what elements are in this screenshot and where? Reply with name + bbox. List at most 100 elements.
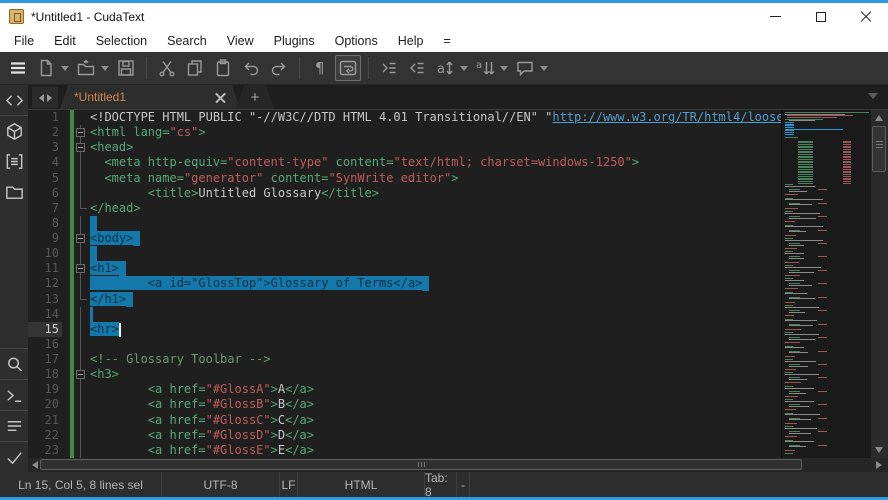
scroll-up-icon[interactable] bbox=[875, 115, 883, 121]
code-line-8[interactable]: 8 bbox=[28, 216, 781, 231]
comment-dropdown-icon[interactable] bbox=[540, 66, 548, 71]
tab-close-icon[interactable] bbox=[215, 92, 226, 103]
line-number[interactable]: 21 bbox=[28, 413, 62, 428]
fold-collapse-icon[interactable] bbox=[76, 370, 85, 379]
code-line-1[interactable]: 1<!DOCTYPE HTML PUBLIC "-//W3C//DTD HTML… bbox=[28, 110, 781, 125]
show-nonprinted-button[interactable]: ¶ bbox=[307, 55, 333, 81]
line-number[interactable]: 5 bbox=[28, 171, 62, 186]
minimize-button[interactable] bbox=[753, 3, 798, 30]
code-line-23[interactable]: 23 <a href="#GlossE">E</a> bbox=[28, 443, 781, 458]
redo-button[interactable] bbox=[266, 55, 292, 81]
tab-untitled1[interactable]: *Untitled1 bbox=[60, 85, 240, 109]
status-insert-mode[interactable]: - bbox=[457, 472, 470, 497]
menu-selection[interactable]: Selection bbox=[86, 32, 157, 50]
copy-button[interactable] bbox=[182, 55, 208, 81]
unindent-button[interactable] bbox=[404, 55, 430, 81]
code-line-12[interactable]: 12 <a id="GlossTop">Glossary of Terms</a… bbox=[28, 276, 781, 291]
menu-help[interactable]: Help bbox=[388, 32, 434, 50]
line-number[interactable]: 22 bbox=[28, 428, 62, 443]
fold-collapse-icon[interactable] bbox=[76, 234, 85, 243]
vertical-scrollbar[interactable] bbox=[871, 110, 888, 458]
line-number[interactable]: 10 bbox=[28, 246, 62, 261]
line-number[interactable]: 9 bbox=[28, 231, 62, 246]
menu-view[interactable]: View bbox=[217, 32, 264, 50]
code-line-9[interactable]: 9<body> bbox=[28, 231, 781, 246]
minimap[interactable] bbox=[781, 110, 871, 458]
fold-collapse-icon[interactable] bbox=[76, 143, 85, 152]
cut-button[interactable] bbox=[154, 55, 180, 81]
comment-button[interactable] bbox=[512, 55, 538, 81]
line-number[interactable]: 3 bbox=[28, 140, 62, 155]
code-editor[interactable]: 1<!DOCTYPE HTML PUBLIC "-//W3C//DTD HTML… bbox=[28, 110, 781, 458]
menu-[interactable]: = bbox=[433, 32, 460, 50]
line-number[interactable]: 11 bbox=[28, 261, 62, 276]
menu-options[interactable]: Options bbox=[325, 32, 388, 50]
code-line-19[interactable]: 19 <a href="#GlossA">A</a> bbox=[28, 382, 781, 397]
paste-button[interactable] bbox=[210, 55, 236, 81]
status-syntax-lexer[interactable]: HTML bbox=[298, 472, 425, 497]
status-caret-position[interactable]: Ln 15, Col 5, 8 lines sel bbox=[0, 472, 162, 497]
line-number[interactable]: 6 bbox=[28, 186, 62, 201]
menu-plugins[interactable]: Plugins bbox=[264, 32, 325, 50]
code-line-15[interactable]: 15<hr> bbox=[28, 322, 781, 337]
line-number[interactable]: 13 bbox=[28, 292, 62, 307]
maximize-button[interactable] bbox=[798, 3, 843, 30]
code-line-10[interactable]: 10 bbox=[28, 246, 781, 261]
scroll-right-icon[interactable] bbox=[876, 461, 882, 469]
sidebar-code-tree-button[interactable] bbox=[0, 85, 28, 115]
code-line-16[interactable]: 16 bbox=[28, 337, 781, 352]
new-tab-button[interactable]: + bbox=[236, 85, 274, 109]
menu-search[interactable]: Search bbox=[157, 32, 217, 50]
code-line-13[interactable]: 13</h1> bbox=[28, 292, 781, 307]
code-line-3[interactable]: 3<head> bbox=[28, 140, 781, 155]
line-number[interactable]: 18 bbox=[28, 367, 62, 382]
code-line-14[interactable]: 14 bbox=[28, 307, 781, 322]
indent-button[interactable] bbox=[376, 55, 402, 81]
line-number[interactable]: 1 bbox=[28, 110, 62, 125]
new-file-button[interactable] bbox=[33, 55, 59, 81]
line-number[interactable]: 17 bbox=[28, 352, 62, 367]
undo-button[interactable] bbox=[238, 55, 264, 81]
sidebar-validate-button[interactable] bbox=[0, 442, 28, 472]
line-number[interactable]: 20 bbox=[28, 397, 62, 412]
code-line-18[interactable]: 18<h3> bbox=[28, 367, 781, 382]
fold-gutter[interactable] bbox=[74, 140, 90, 155]
fold-gutter[interactable] bbox=[74, 261, 90, 276]
code-line-6[interactable]: 6 <title>Untitled Glossary</title> bbox=[28, 186, 781, 201]
fold-gutter[interactable] bbox=[74, 231, 90, 246]
close-button[interactable] bbox=[843, 3, 888, 30]
horizontal-scrollbar[interactable] bbox=[28, 458, 888, 472]
code-line-7[interactable]: 7</head> bbox=[28, 201, 781, 216]
sort-button[interactable]: a bbox=[472, 55, 498, 81]
fold-gutter[interactable] bbox=[74, 125, 90, 140]
line-number[interactable]: 16 bbox=[28, 337, 62, 352]
status-tab-size[interactable]: Tab: 8 bbox=[425, 472, 457, 497]
code-line-4[interactable]: 4 <meta http-equiv="content-type" conten… bbox=[28, 155, 781, 170]
code-line-20[interactable]: 20 <a href="#GlossB">B</a> bbox=[28, 397, 781, 412]
line-number[interactable]: 19 bbox=[28, 382, 62, 397]
new-file-dropdown-icon[interactable] bbox=[61, 66, 69, 71]
line-number[interactable]: 23 bbox=[28, 443, 62, 458]
line-number[interactable]: 14 bbox=[28, 307, 62, 322]
status-encoding[interactable]: UTF-8 bbox=[162, 472, 280, 497]
sidebar-tabs-list-button[interactable] bbox=[0, 146, 28, 176]
tab-scroll-buttons[interactable] bbox=[32, 87, 58, 108]
sidebar-output-button[interactable] bbox=[0, 411, 28, 441]
code-line-21[interactable]: 21 <a href="#GlossC">C</a> bbox=[28, 413, 781, 428]
code-line-22[interactable]: 22 <a href="#GlossD">D</a> bbox=[28, 428, 781, 443]
sidebar-project-button[interactable] bbox=[0, 116, 28, 146]
sidebar-console-button[interactable] bbox=[0, 380, 28, 410]
sidebar-search-button[interactable] bbox=[0, 349, 28, 379]
menu-file[interactable]: File bbox=[4, 32, 44, 50]
fold-collapse-icon[interactable] bbox=[76, 264, 85, 273]
change-case-dropdown-icon[interactable] bbox=[460, 66, 468, 71]
horizontal-scrollbar-thumb[interactable] bbox=[40, 459, 802, 470]
code-line-2[interactable]: 2<html lang="cs"> bbox=[28, 125, 781, 140]
code-line-17[interactable]: 17<!-- Glossary Toolbar --> bbox=[28, 352, 781, 367]
word-wrap-button[interactable] bbox=[335, 55, 361, 81]
status-line-endings[interactable]: LF bbox=[280, 472, 298, 497]
save-file-button[interactable] bbox=[113, 55, 139, 81]
sort-dropdown-icon[interactable] bbox=[500, 66, 508, 71]
vertical-scrollbar-thumb[interactable] bbox=[872, 126, 886, 172]
scroll-left-icon[interactable] bbox=[32, 461, 38, 469]
